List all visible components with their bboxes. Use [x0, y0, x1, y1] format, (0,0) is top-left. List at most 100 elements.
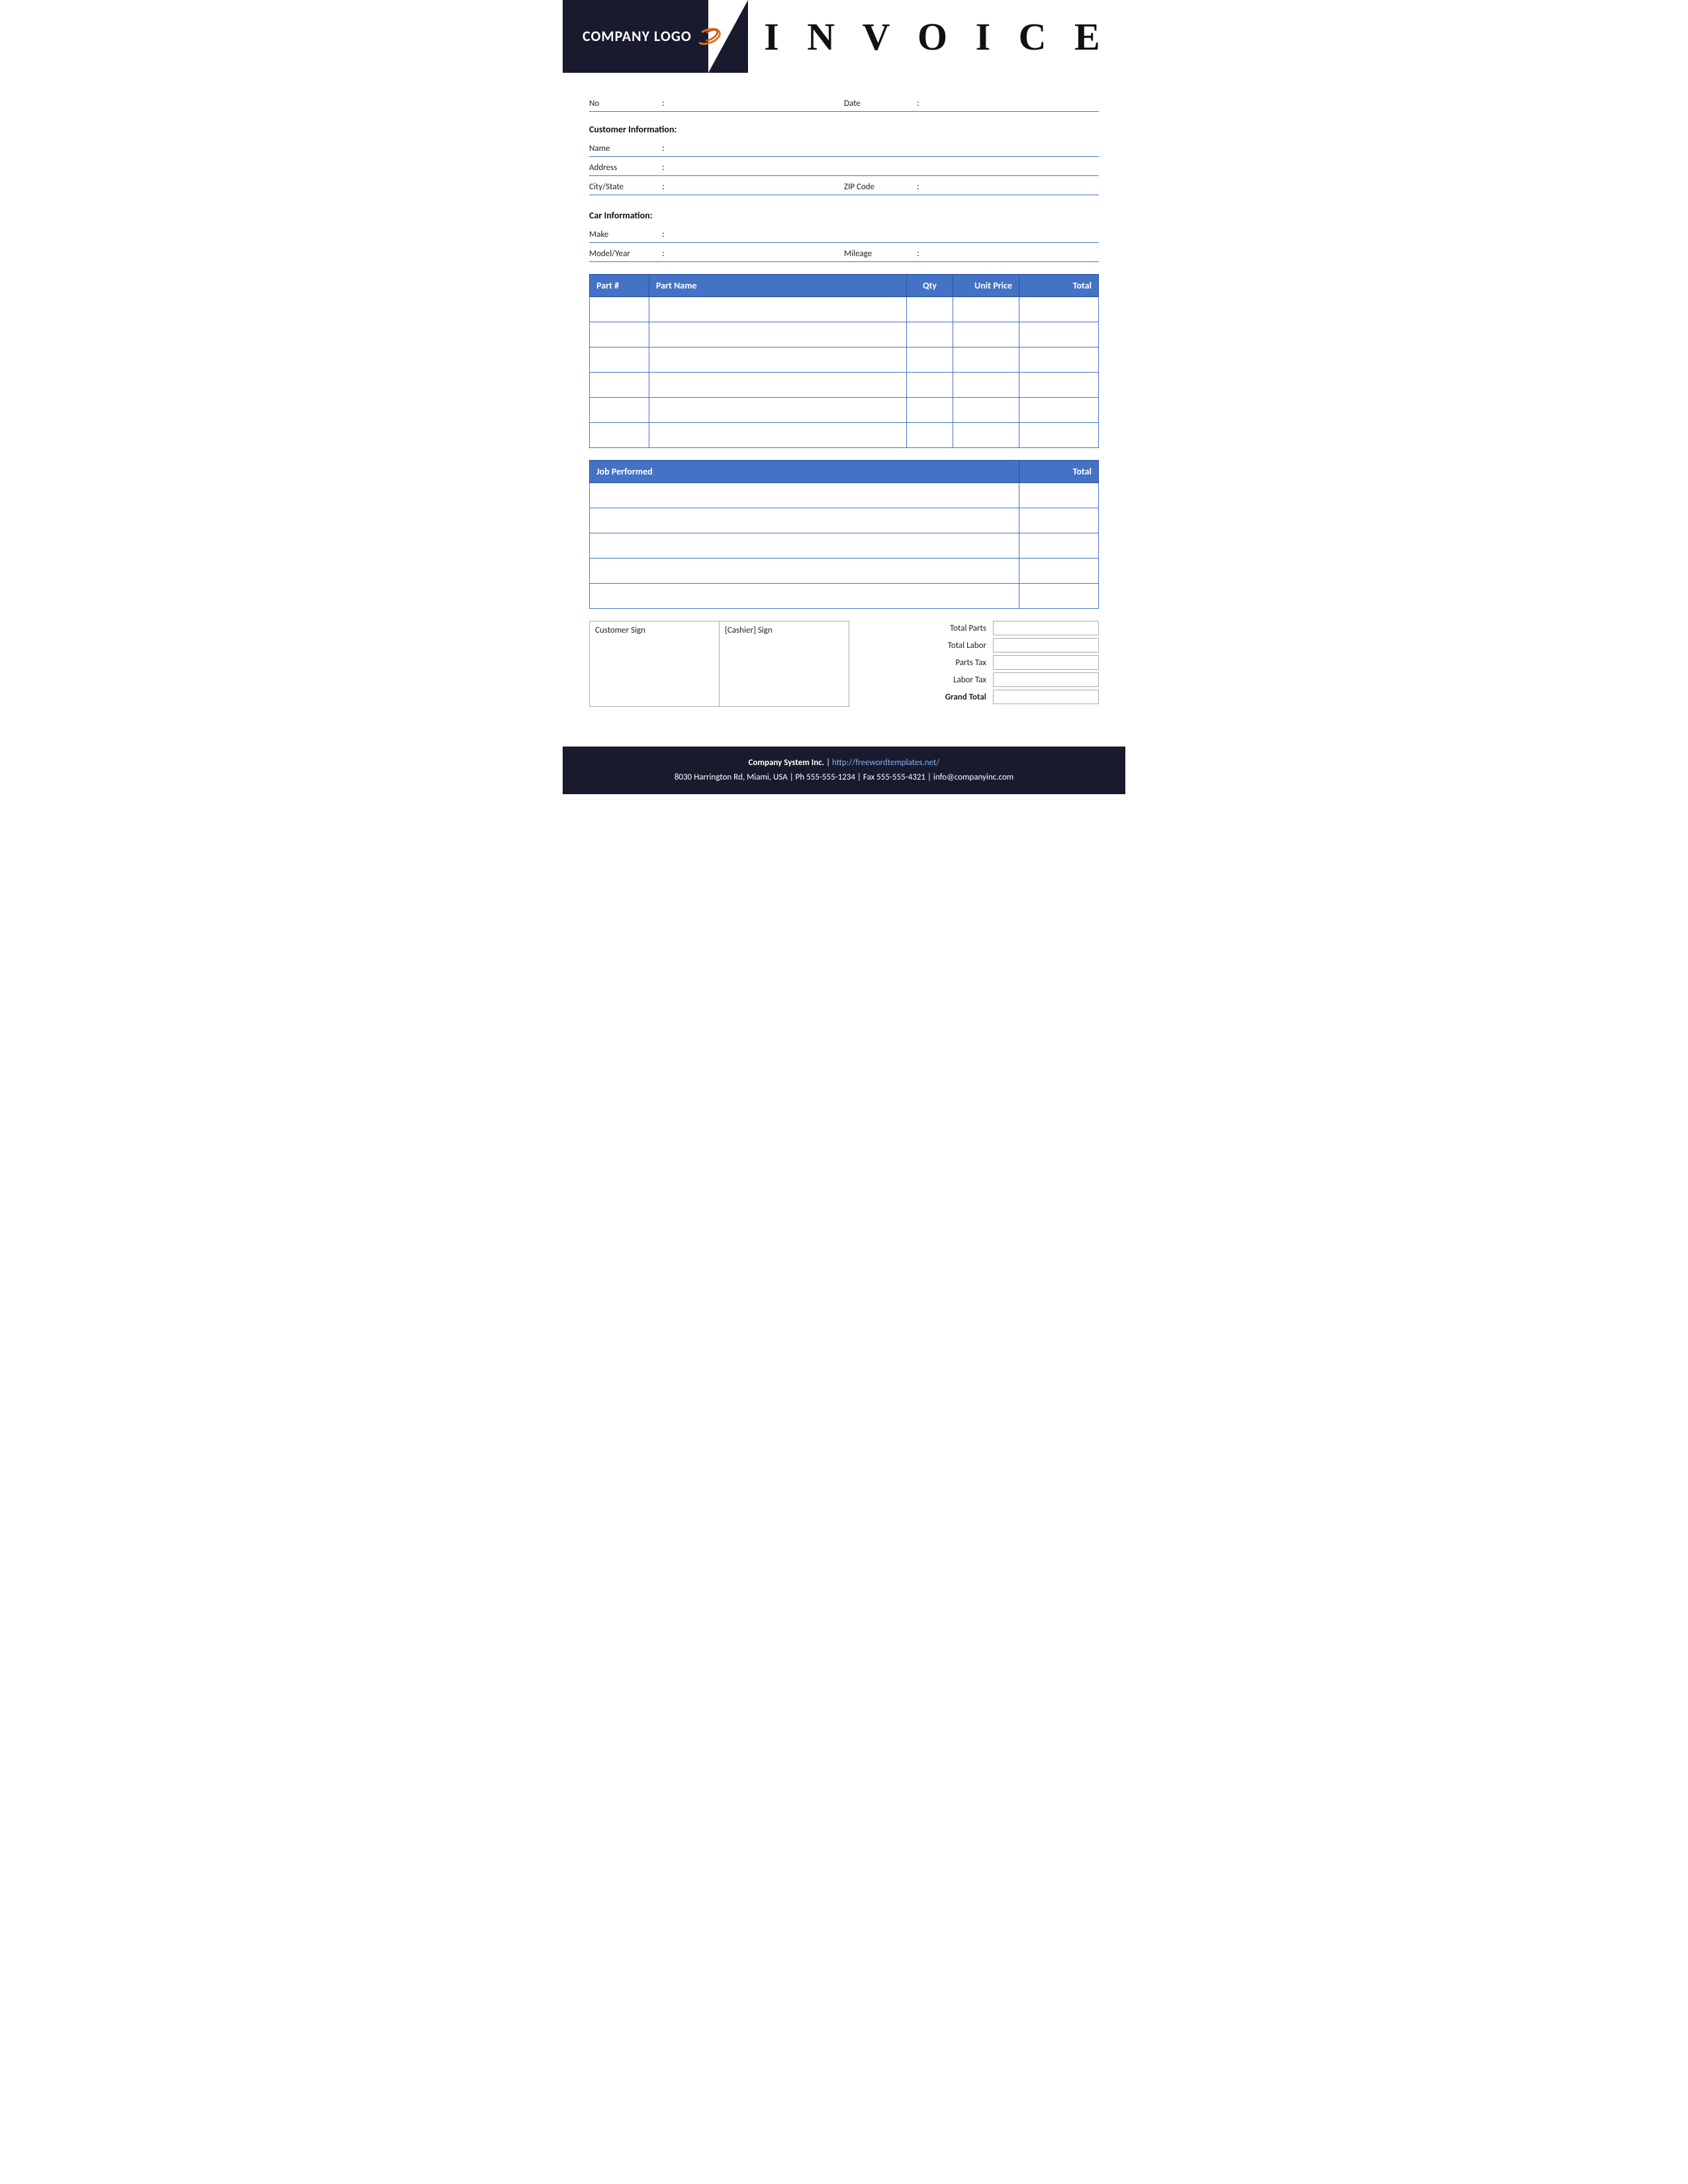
- modelyear-mileage-row: Model/Year : Mileage :: [589, 243, 1099, 262]
- job-total-cell: [1019, 508, 1099, 533]
- modelyear-label: Model/Year: [589, 249, 662, 259]
- zipcode-field: ZIP Code :: [844, 180, 1099, 192]
- cashier-sign-label: [Cashier] Sign: [725, 625, 773, 635]
- part-num-cell: [590, 322, 649, 347]
- no-colon: :: [662, 97, 665, 109]
- job-total-cell: [1019, 533, 1099, 559]
- grand-total-label: Grand Total: [863, 692, 993, 702]
- make-colon: :: [662, 228, 665, 240]
- make-value: [671, 228, 1099, 240]
- part-name-cell: [649, 398, 907, 423]
- logo-text: COMPANY LOGO: [583, 28, 692, 45]
- citystate-colon: :: [662, 181, 665, 192]
- date-label: Date: [844, 99, 917, 109]
- no-field: No :: [589, 97, 844, 109]
- job-table-row: [590, 508, 1099, 533]
- address-row: Address :: [589, 157, 1099, 176]
- cashier-sign-box: [Cashier] Sign: [719, 621, 849, 707]
- customer-sign-label: Customer Sign: [595, 625, 645, 635]
- page-footer: Company System Inc. | http://freewordtem…: [563, 747, 1125, 794]
- job-table: Job Performed Total: [589, 460, 1099, 609]
- part-qty-cell: [907, 398, 953, 423]
- footer-website[interactable]: http://freewordtemplates.net/: [832, 758, 939, 768]
- parts-table-row: [590, 373, 1099, 398]
- grand-total-value: [993, 690, 1099, 704]
- modelyear-value: [671, 247, 844, 259]
- job-table-row: [590, 584, 1099, 609]
- address-value: [671, 161, 1099, 173]
- page-header: COMPANY LOGO I N V O I C E: [563, 0, 1125, 73]
- labor-tax-row: Labor Tax: [863, 672, 1099, 687]
- name-value: [671, 142, 1099, 154]
- no-date-row: No : Date :: [589, 93, 1099, 112]
- part-name-cell: [649, 347, 907, 373]
- logo-area: COMPANY LOGO: [563, 0, 748, 73]
- invoice-title-area: I N V O I C E: [748, 0, 1125, 73]
- parts-table-row: [590, 423, 1099, 448]
- logo-wrapper: COMPANY LOGO: [583, 27, 721, 46]
- name-row: Name :: [589, 138, 1099, 157]
- customer-sign-box: Customer Sign: [589, 621, 719, 707]
- date-value: [926, 97, 1099, 109]
- zipcode-colon: :: [917, 181, 919, 192]
- parts-tax-value: [993, 655, 1099, 670]
- parts-col-total: Total: [1019, 275, 1099, 297]
- part-name-cell: [649, 373, 907, 398]
- job-cell: [590, 559, 1019, 584]
- zipcode-value: [926, 180, 1099, 192]
- make-label: Make: [589, 230, 662, 240]
- parts-col-unitprice: Unit Price: [953, 275, 1019, 297]
- part-name-cell: [649, 423, 907, 448]
- totals-section: Total Parts Total Labor Parts Tax Labor …: [863, 621, 1099, 707]
- parts-col-partname: Part Name: [649, 275, 907, 297]
- zipcode-label: ZIP Code: [844, 182, 917, 192]
- footer-company: Company System Inc.: [749, 758, 825, 768]
- part-total-cell: [1019, 297, 1099, 322]
- part-unitprice-cell: [953, 297, 1019, 322]
- car-section-title: Car Information:: [589, 210, 1099, 221]
- parts-table: Part # Part Name Qty Unit Price Total: [589, 274, 1099, 448]
- job-total-cell: [1019, 559, 1099, 584]
- job-total-cell: [1019, 584, 1099, 609]
- job-col-total: Total: [1019, 461, 1099, 483]
- job-table-header-row: Job Performed Total: [590, 461, 1099, 483]
- invoice-title: I N V O I C E: [764, 15, 1109, 59]
- parts-table-row: [590, 322, 1099, 347]
- job-cell: [590, 533, 1019, 559]
- labor-tax-label: Labor Tax: [863, 675, 993, 685]
- job-table-row: [590, 559, 1099, 584]
- mileage-field: Mileage :: [844, 247, 1099, 259]
- part-qty-cell: [907, 423, 953, 448]
- grand-total-row: Grand Total: [863, 690, 1099, 704]
- footer-line1: Company System Inc. | http://freewordtem…: [576, 756, 1112, 770]
- name-label: Name: [589, 144, 662, 154]
- part-name-cell: [649, 297, 907, 322]
- address-colon: :: [662, 161, 665, 173]
- part-qty-cell: [907, 373, 953, 398]
- total-labor-row: Total Labor: [863, 638, 1099, 653]
- part-total-cell: [1019, 322, 1099, 347]
- part-num-cell: [590, 398, 649, 423]
- parts-table-row: [590, 347, 1099, 373]
- part-unitprice-cell: [953, 398, 1019, 423]
- parts-tax-label: Parts Tax: [863, 658, 993, 668]
- mileage-value: [926, 247, 1099, 259]
- part-num-cell: [590, 423, 649, 448]
- date-field: Date :: [844, 97, 1099, 109]
- mileage-colon: :: [917, 248, 919, 259]
- total-parts-row: Total Parts: [863, 621, 1099, 635]
- labor-tax-value: [993, 672, 1099, 687]
- total-parts-label: Total Parts: [863, 623, 993, 633]
- total-labor-label: Total Labor: [863, 641, 993, 651]
- parts-tax-row: Parts Tax: [863, 655, 1099, 670]
- make-row: Make :: [589, 224, 1099, 243]
- modelyear-colon: :: [662, 248, 665, 259]
- part-num-cell: [590, 297, 649, 322]
- citystate-label: City/State: [589, 182, 662, 192]
- part-total-cell: [1019, 398, 1099, 423]
- footer-separator: |: [826, 758, 830, 768]
- total-parts-value: [993, 621, 1099, 635]
- part-num-cell: [590, 347, 649, 373]
- total-labor-value: [993, 638, 1099, 653]
- part-unitprice-cell: [953, 423, 1019, 448]
